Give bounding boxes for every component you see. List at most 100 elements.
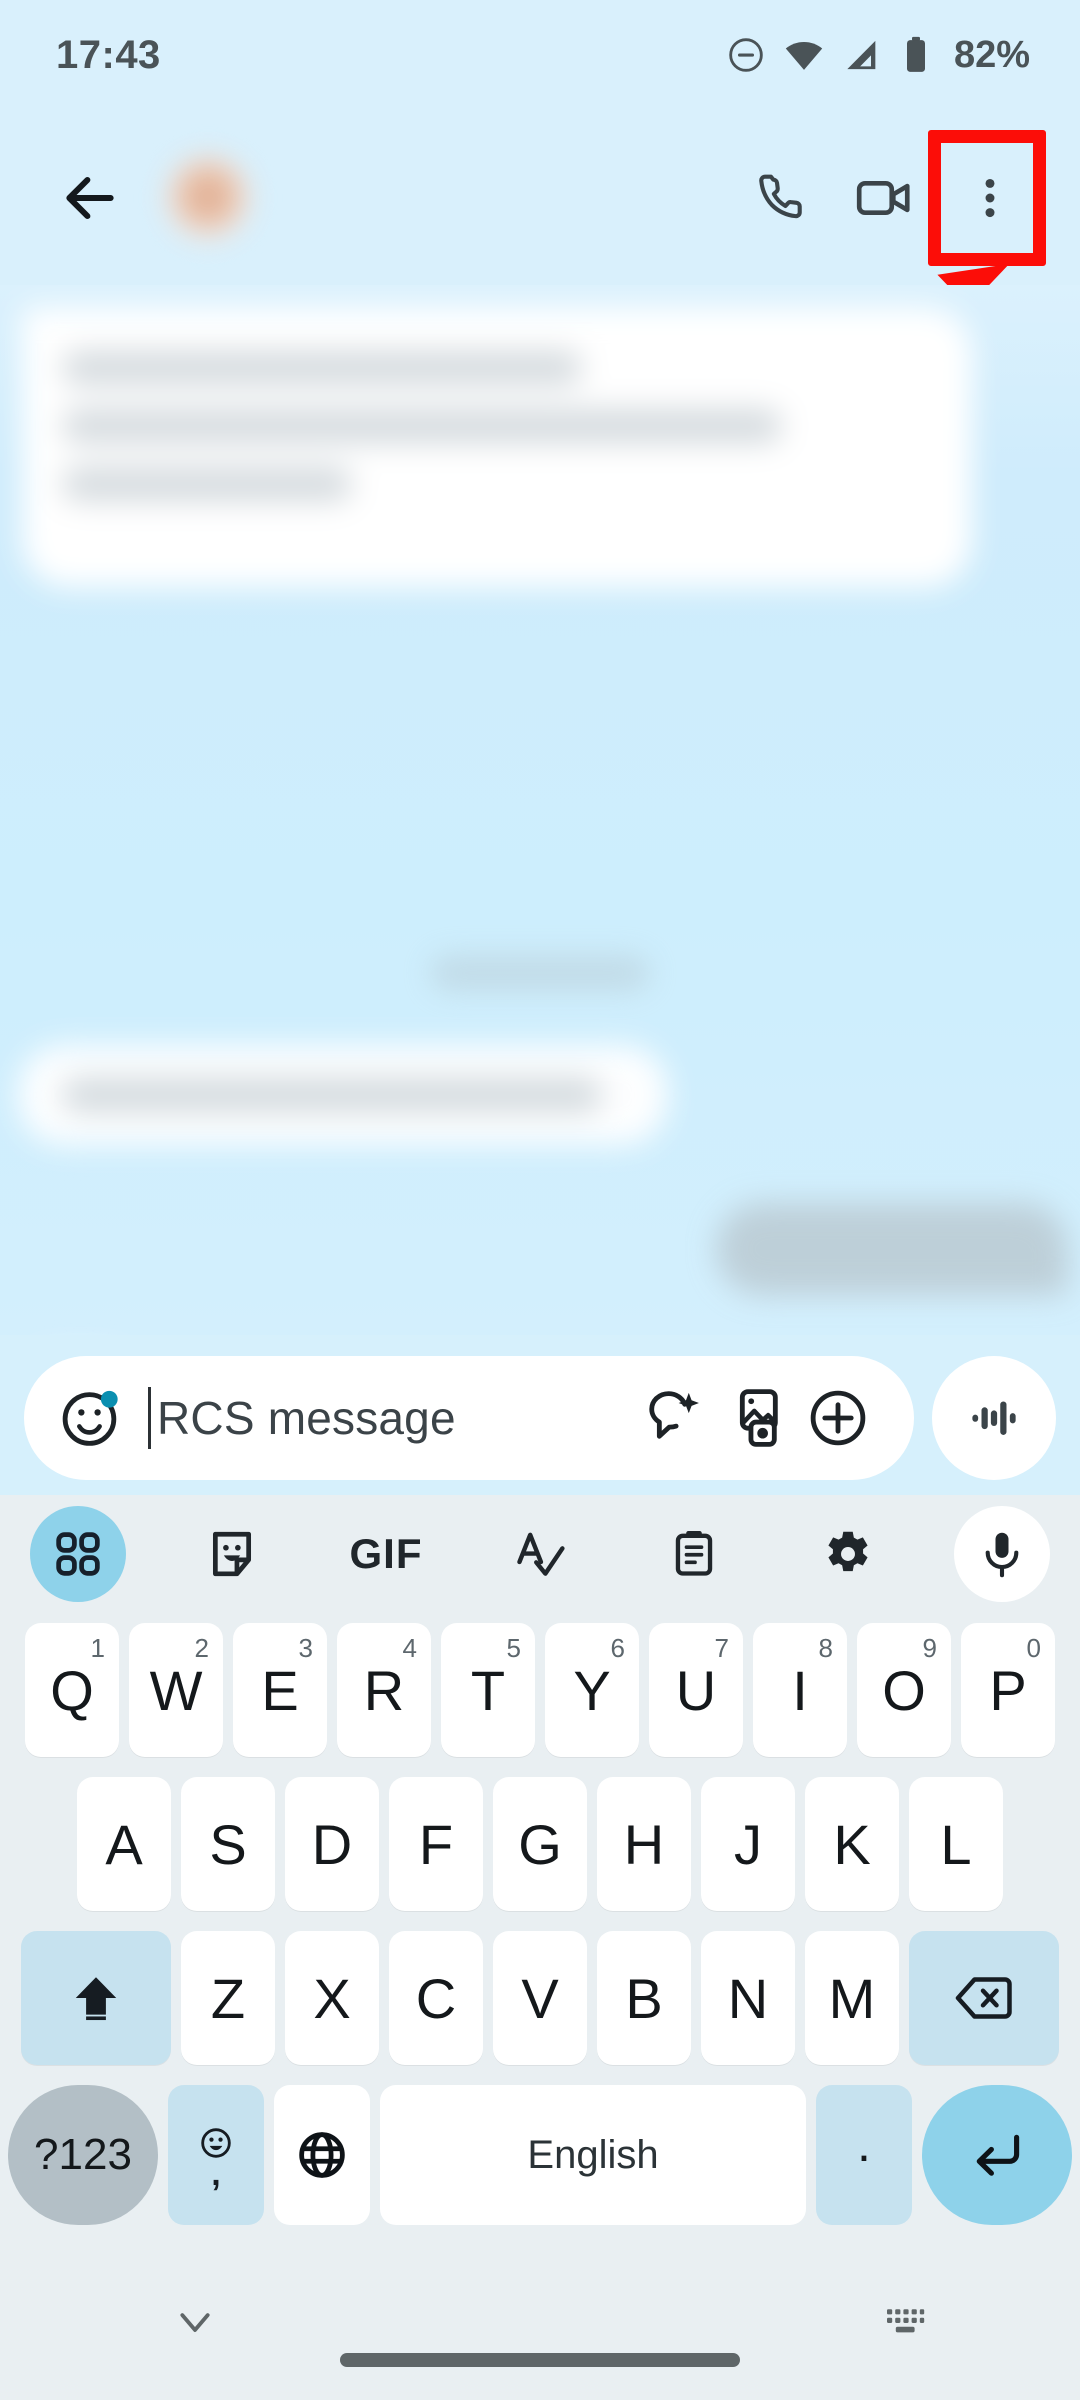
key-J[interactable]: J [701, 1777, 795, 1911]
call-button[interactable] [734, 148, 834, 248]
key-N[interactable]: N [701, 1931, 795, 2065]
key-label: X [313, 1966, 351, 2030]
battery-percentage: 82% [953, 33, 1030, 76]
key-label: N [727, 1966, 769, 2030]
key-number: 7 [714, 1633, 729, 1663]
key-label: B [625, 1966, 663, 2030]
key-I[interactable]: 8I [753, 1623, 847, 1757]
gif-button[interactable]: GIF [338, 1506, 434, 1602]
key-comma[interactable]: , [168, 2085, 264, 2225]
key-period[interactable]: . [816, 2085, 912, 2225]
hide-keyboard-button[interactable] [150, 2277, 240, 2367]
key-V[interactable]: V [493, 1931, 587, 2065]
key-F[interactable]: F [389, 1777, 483, 1911]
key-number: 0 [1026, 1633, 1041, 1663]
message-input[interactable]: RCS message [148, 1386, 628, 1449]
apps-grid-button[interactable] [30, 1506, 126, 1602]
backspace-icon [955, 1977, 1012, 2019]
key-Z[interactable]: Z [181, 1931, 275, 2065]
message-bubble[interactable] [22, 307, 972, 587]
key-label: , [211, 2154, 221, 2193]
key-P[interactable]: 0P [961, 1623, 1055, 1757]
message-placeholder: RCS message [157, 1391, 456, 1444]
key-K[interactable]: K [805, 1777, 899, 1911]
add-attachment-button[interactable] [796, 1376, 880, 1460]
keyboard-row-4: ?123 , English . [0, 2075, 1080, 2235]
phone-screen: 17:43 82% RCS message GIF 1 Q 2 W 3 E 4 … [0, 0, 1080, 2400]
key-Y[interactable]: 6Y [545, 1623, 639, 1757]
globe-icon [299, 2132, 345, 2178]
magic-compose-button[interactable] [628, 1376, 712, 1460]
contact-header[interactable] [164, 153, 734, 242]
spellcheck-button[interactable] [492, 1506, 588, 1602]
key-symbols-toggle[interactable]: ?123 [8, 2085, 158, 2225]
key-label: G [518, 1812, 562, 1876]
status-bar-icons: 82% [726, 34, 1030, 77]
key-label: H [623, 1812, 665, 1876]
key-enter[interactable] [922, 2085, 1072, 2225]
keyboard-settings-button[interactable] [800, 1506, 896, 1602]
switch-keyboard-button[interactable] [860, 2277, 950, 2367]
key-T[interactable]: 5T [441, 1623, 535, 1757]
key-number: 3 [298, 1633, 313, 1663]
key-H[interactable]: H [597, 1777, 691, 1911]
gallery-button[interactable] [712, 1376, 796, 1460]
video-camera-icon [856, 180, 910, 215]
back-button[interactable] [44, 152, 136, 244]
home-indicator[interactable] [340, 2353, 740, 2367]
key-spacebar[interactable]: English [380, 2085, 806, 2225]
key-Q[interactable]: 1Q [25, 1623, 119, 1757]
keyboard-switch-icon [887, 2309, 925, 2333]
key-shift[interactable] [21, 1931, 171, 2065]
message-bubble[interactable] [716, 1203, 1068, 1295]
key-A[interactable]: A [77, 1777, 171, 1911]
microphone-icon [985, 1532, 1019, 1578]
sticker-button[interactable] [184, 1506, 280, 1602]
key-label: I [792, 1658, 808, 1722]
key-label: R [363, 1658, 405, 1722]
avatar [164, 153, 252, 242]
key-R[interactable]: 4R [337, 1623, 431, 1757]
key-S[interactable]: S [181, 1777, 275, 1911]
video-call-button[interactable] [834, 148, 934, 248]
key-E[interactable]: 3E [233, 1623, 327, 1757]
key-label: F [418, 1812, 454, 1876]
cellular-signal-icon [847, 40, 876, 70]
battery-icon [906, 36, 925, 72]
message-bubble[interactable] [18, 1045, 668, 1145]
clipboard-button[interactable] [646, 1506, 742, 1602]
voice-message-button[interactable] [932, 1355, 1056, 1480]
on-screen-keyboard: G I F 1 Q 2 W 3 E 4 R 5 T 6 Y 7 U 8 I 9 O … [0, 1495, 1080, 2255]
emoji-button[interactable] [54, 1381, 128, 1455]
spellcheck-icon [517, 1532, 565, 1576]
key-U[interactable]: 7U [649, 1623, 743, 1757]
key-label: U [675, 1658, 717, 1722]
key-W[interactable]: 2W [129, 1623, 223, 1757]
keyboard-toolbar: GIF [0, 1495, 1080, 1613]
conversation-thread[interactable] [0, 285, 1080, 1335]
key-label: Q [50, 1658, 94, 1722]
key-X[interactable]: X [285, 1931, 379, 2065]
key-number: 5 [506, 1633, 521, 1663]
plus-circle-icon [810, 1390, 866, 1445]
key-label: C [415, 1966, 457, 2030]
key-number: 4 [402, 1633, 417, 1663]
key-B[interactable]: B [597, 1931, 691, 2065]
magic-compose-icon [649, 1390, 699, 1439]
key-language-switch[interactable] [274, 2085, 370, 2225]
key-G[interactable]: G [493, 1777, 587, 1911]
key-D[interactable]: D [285, 1777, 379, 1911]
key-C[interactable]: C [389, 1931, 483, 2065]
key-backspace[interactable] [909, 1931, 1059, 2065]
key-label: L [940, 1812, 972, 1876]
settings-gear-icon [828, 1531, 868, 1572]
key-label: K [833, 1812, 871, 1876]
keyboard-row-1: 1Q 2W 3E 4R 5T 6Y 7U 8I 9O 0P [0, 1613, 1080, 1767]
voice-input-button[interactable] [954, 1506, 1050, 1602]
key-L[interactable]: L [909, 1777, 1003, 1911]
message-input-container[interactable]: RCS message [24, 1355, 914, 1480]
key-O[interactable]: 9O [857, 1623, 951, 1757]
key-M[interactable]: M [805, 1931, 899, 2065]
overflow-menu-button[interactable] [928, 129, 1046, 266]
key-label: W [149, 1658, 203, 1722]
